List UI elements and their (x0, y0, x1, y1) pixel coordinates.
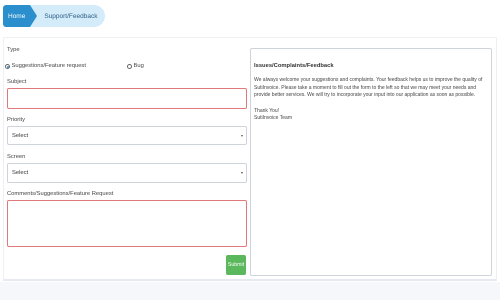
breadcrumb-home[interactable]: Home (3, 5, 31, 27)
type-option-bug-label: Bug (133, 63, 144, 69)
subject-label: Subject (7, 79, 27, 85)
submit-button[interactable]: Submit (226, 255, 246, 275)
page-footer-strip (0, 282, 500, 300)
type-option-suggestion-label: Suggestions/Feature request (11, 63, 86, 69)
chevron-down-icon (241, 172, 243, 174)
breadcrumb-separator (30, 5, 38, 27)
type-option-bug[interactable]: Bug (127, 63, 144, 69)
subject-input[interactable] (7, 88, 247, 109)
type-option-suggestion[interactable]: Suggestions/Feature request (5, 63, 86, 69)
feedback-info-box: Issues/Complaints/Feedback We always wel… (250, 48, 492, 276)
info-team: SutiInvoice Team (254, 114, 292, 121)
info-title: Issues/Complaints/Feedback (254, 63, 334, 69)
priority-select-value: Select (12, 132, 29, 139)
breadcrumb-current: Support/Feedback (30, 5, 106, 27)
chevron-down-icon (241, 134, 243, 137)
breadcrumb: Home Support/Feedback (3, 5, 106, 27)
comments-label: Comments/Suggestions/Feature Request (7, 191, 114, 197)
priority-label: Priority (7, 117, 26, 123)
info-body: We always welcome your suggestions and c… (254, 77, 483, 99)
screen-select-value: Select (12, 170, 29, 176)
priority-select[interactable]: Select (7, 126, 247, 145)
radio-suggestion[interactable] (5, 63, 10, 69)
type-label: Type (7, 47, 20, 53)
screen-label: Screen (7, 154, 26, 160)
comments-textarea[interactable] (7, 200, 247, 247)
info-thanks: Thank You! (254, 107, 280, 114)
radio-bug[interactable] (127, 63, 132, 69)
screen-select[interactable]: Select (7, 163, 247, 183)
